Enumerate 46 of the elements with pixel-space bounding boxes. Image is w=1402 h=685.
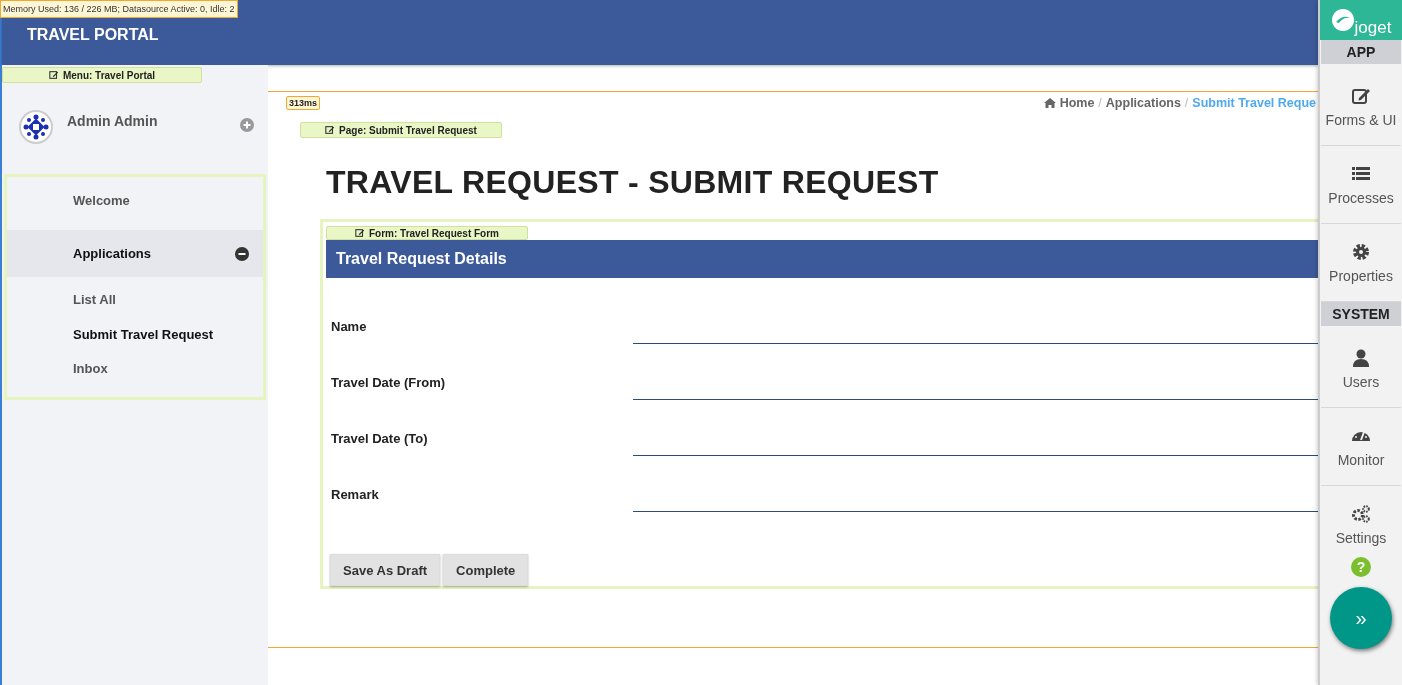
menu-edit-badge[interactable]: Menu: Travel Portal bbox=[2, 67, 202, 83]
memory-tooltip: Memory Used: 136 / 226 MB; Datasource Active: 0, Idle: 2 bbox=[0, 0, 238, 18]
user-icon bbox=[1351, 347, 1371, 368]
field-label: Travel Date (To) bbox=[331, 431, 429, 448]
gear-icon bbox=[1351, 241, 1371, 262]
form-edit-badge[interactable]: Form: Travel Request Form bbox=[326, 226, 528, 241]
page-title: TRAVEL REQUEST - SUBMIT REQUEST bbox=[326, 164, 940, 201]
breadcrumb-link[interactable]: Applications bbox=[1105, 96, 1181, 110]
logo-icon bbox=[1330, 8, 1355, 32]
edit-icon bbox=[325, 125, 336, 135]
timing-badge: 313ms bbox=[286, 96, 321, 110]
menu-item[interactable]: Applications bbox=[7, 230, 263, 277]
admin-bar-item[interactable]: Forms & UI bbox=[1321, 68, 1401, 146]
field-label: Name bbox=[331, 319, 368, 336]
section-title: Travel Request Details bbox=[336, 250, 507, 269]
admin-bar-item[interactable]: Processes bbox=[1321, 146, 1401, 224]
avatar-icon bbox=[19, 110, 53, 144]
breadcrumb-separator: / bbox=[1098, 96, 1102, 110]
form-button[interactable]: Save As Draft bbox=[330, 554, 441, 586]
edit-icon bbox=[48, 70, 59, 80]
plus-icon[interactable] bbox=[240, 118, 254, 132]
logo-text: joget bbox=[1354, 18, 1392, 38]
home-icon bbox=[1043, 98, 1056, 108]
minus-icon[interactable] bbox=[235, 246, 249, 261]
form-badge-label: Form: Travel Request Form bbox=[369, 227, 499, 239]
breadcrumb-separator: / bbox=[1184, 96, 1189, 110]
menu-item[interactable]: Welcome bbox=[7, 183, 263, 217]
user-name: Admin Admin bbox=[67, 113, 159, 129]
edit-icon bbox=[355, 228, 365, 239]
admin-bar-item[interactable]: Users bbox=[1321, 330, 1401, 408]
breadcrumb-link[interactable]: Home bbox=[1059, 96, 1095, 110]
submenu-item[interactable]: List All bbox=[7, 283, 263, 318]
admin-bar-item[interactable]: Monitor bbox=[1321, 408, 1401, 486]
section-heading: SYSTEM bbox=[1321, 302, 1401, 326]
toggle-button[interactable]: » bbox=[1330, 587, 1392, 649]
page-badge-label: Page: Submit Travel Request bbox=[339, 124, 477, 136]
field-label: Travel Date (From) bbox=[331, 375, 447, 392]
field-label: Remark bbox=[331, 487, 380, 504]
form-button[interactable]: Complete bbox=[443, 554, 529, 586]
portal-title: TRAVEL PORTAL bbox=[27, 25, 159, 44]
submenu-item[interactable]: Inbox bbox=[7, 352, 263, 387]
menu-badge-label: Menu: Travel Portal bbox=[62, 69, 156, 81]
section-heading: APP bbox=[1321, 40, 1401, 64]
page-edit-badge[interactable]: Page: Submit Travel Request bbox=[300, 122, 502, 138]
gears-icon bbox=[1351, 503, 1371, 524]
submenu-item[interactable]: Submit Travel Request bbox=[7, 317, 263, 352]
